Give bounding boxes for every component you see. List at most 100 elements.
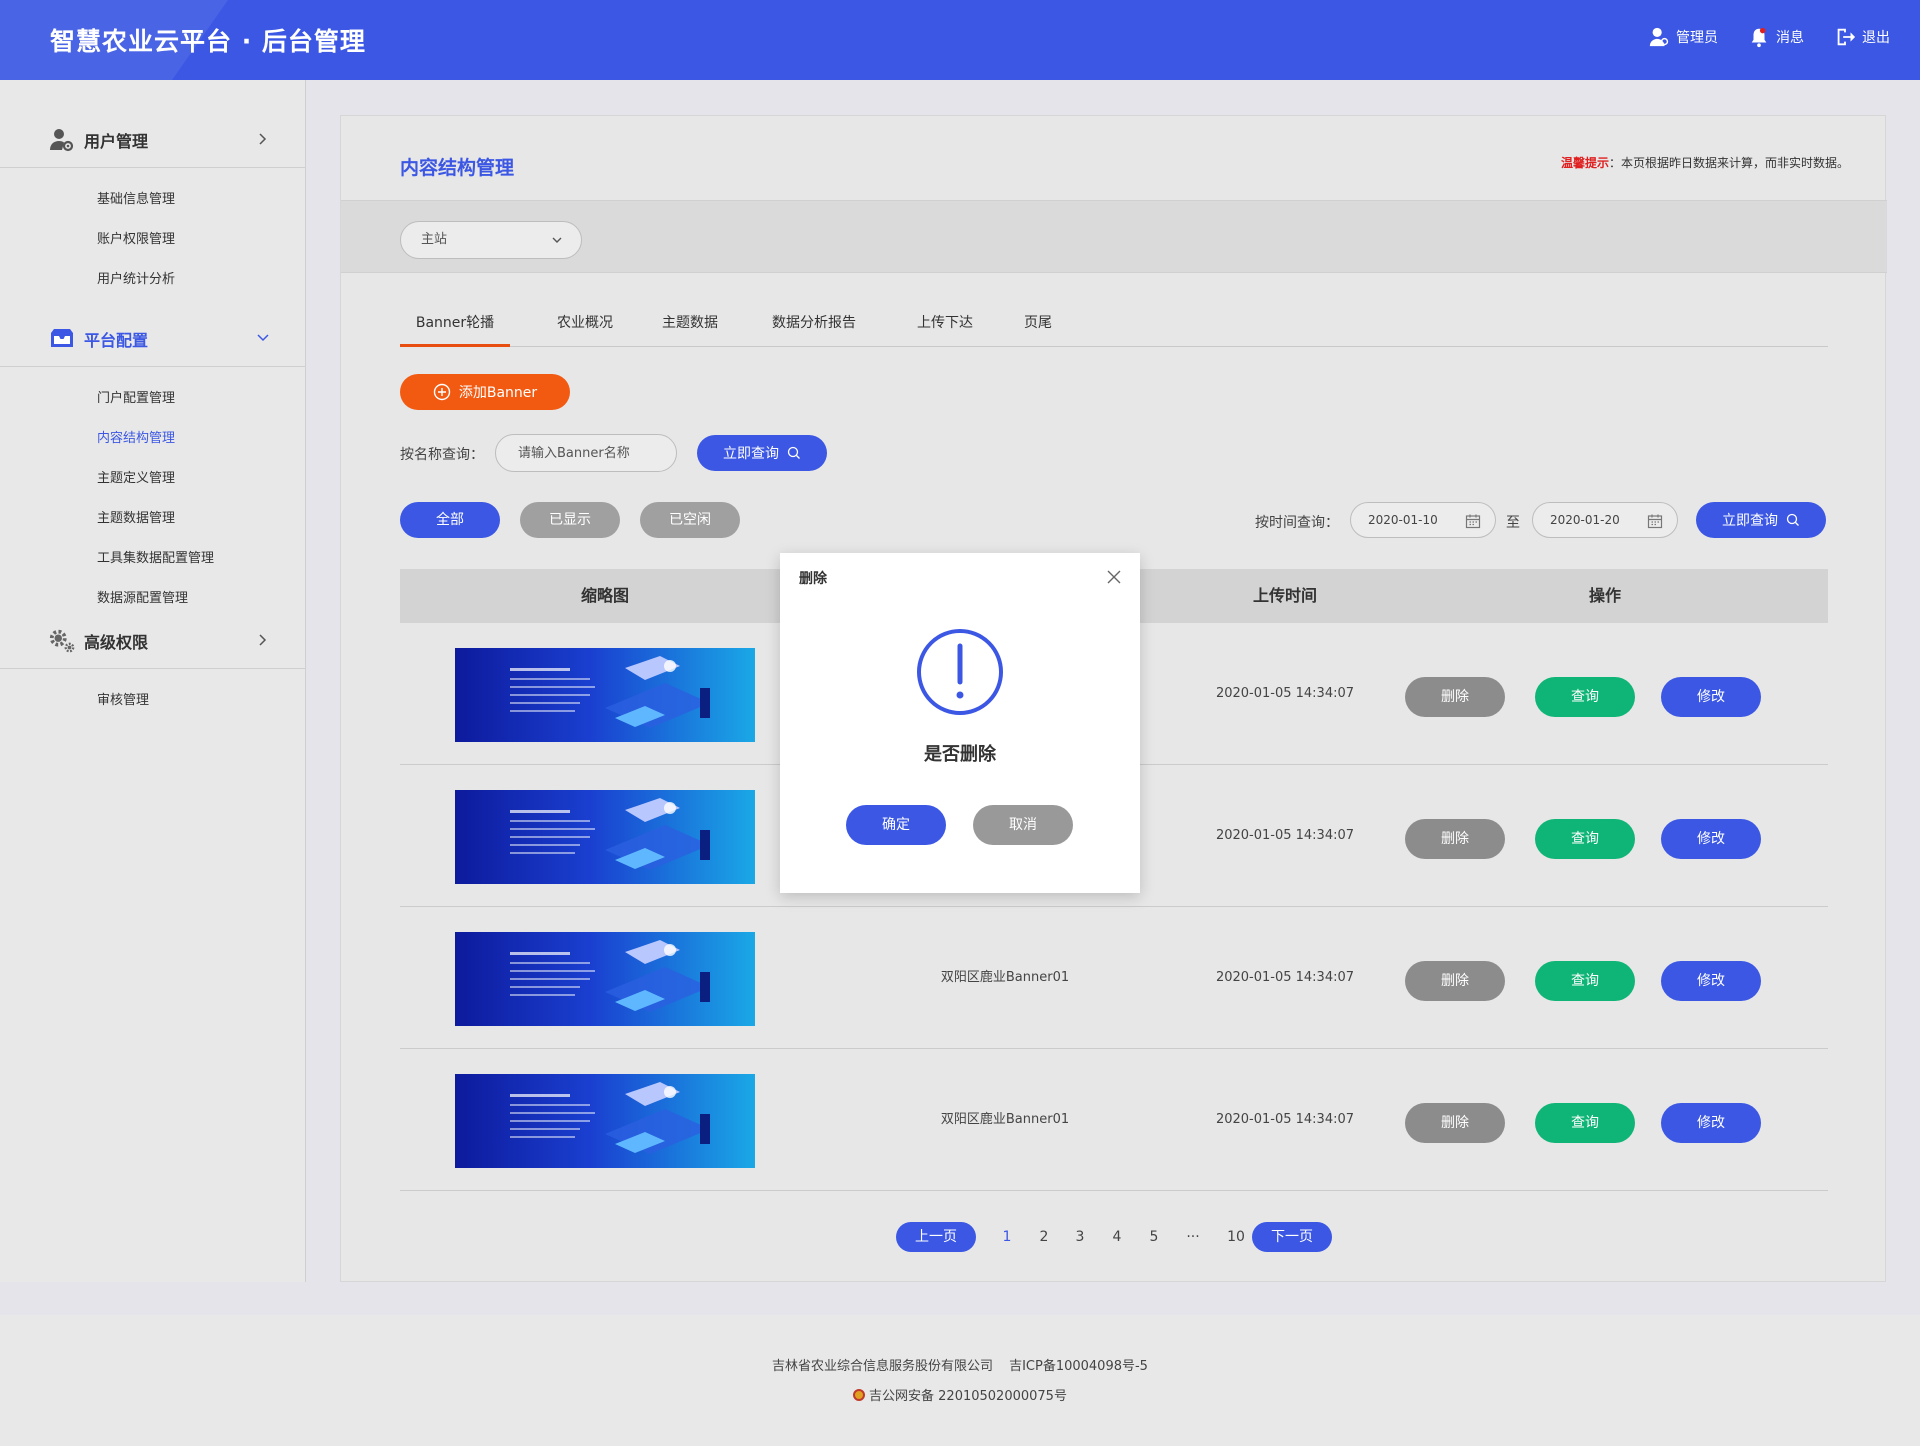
- sidebar-item-user-stats[interactable]: 用户统计分析: [0, 260, 306, 300]
- tip-key: 温馨提示: [1560, 156, 1609, 170]
- banner-name: 双阳区鹿业Banner01: [940, 970, 1070, 985]
- view-button[interactable]: 查询: [1535, 1103, 1635, 1143]
- top-header: 智慧农业云平台 · 后台管理 管理员 消息 退出: [0, 0, 1920, 80]
- time-query-button[interactable]: 立即查询: [1696, 502, 1826, 538]
- page-number[interactable]: 4: [1105, 1222, 1129, 1252]
- date-from-input[interactable]: 2020-01-10: [1350, 502, 1496, 538]
- status-filter-idle[interactable]: 已空闲: [640, 502, 740, 538]
- delete-button[interactable]: 删除: [1405, 677, 1505, 717]
- footer: 吉林省农业综合信息服务股份有限公司 吉ICP备10004098号-5 吉公网安备 …: [0, 1315, 1920, 1446]
- site-select[interactable]: 主站: [400, 221, 582, 259]
- chevron-right-icon: [259, 634, 267, 646]
- date-to-value: 2020-01-20: [1550, 513, 1620, 527]
- menu-group-platform: 平台配置 门户配置管理 内容结构管理 主题定义管理 主题数据管理 工具集数据配置…: [0, 311, 306, 619]
- banner-name-input[interactable]: [495, 434, 677, 472]
- inbox-icon: [48, 325, 76, 353]
- upload-time: 2020-01-05 14:34:07: [1215, 970, 1355, 985]
- tip-body: ：本页根据昨日数据来计算，而非实时数据。: [1608, 156, 1849, 170]
- column-actions: 操作: [1588, 586, 1621, 605]
- search-icon: [787, 446, 800, 459]
- banner-illustration-icon: [510, 656, 710, 728]
- sidebar-item-theme-data[interactable]: 主题数据管理: [0, 499, 306, 539]
- footer-company: 吉林省农业综合信息服务股份有限公司: [772, 1359, 994, 1374]
- upload-time: 2020-01-05 14:34:07: [1215, 828, 1355, 843]
- add-banner-label: 添加Banner: [458, 385, 538, 401]
- date-to-input[interactable]: 2020-01-20: [1532, 502, 1678, 538]
- admin-label: 管理员: [1676, 30, 1718, 46]
- menu-group-user: 用户管理 基础信息管理 账户权限管理 用户统计分析: [0, 112, 306, 300]
- menu-head-label: 用户管理: [84, 131, 149, 151]
- calendar-icon: [1647, 514, 1663, 529]
- chevron-down-icon: [257, 334, 269, 342]
- sidebar-item-basic-info[interactable]: 基础信息管理: [0, 180, 306, 220]
- query-button-label: 立即查询: [723, 446, 779, 462]
- table-row: 双阳区鹿业Banner01 2020-01-05 14:34:07 删除 查询 …: [400, 1049, 1828, 1191]
- confirm-button[interactable]: 确定: [846, 805, 946, 845]
- add-banner-button[interactable]: 添加Banner: [400, 374, 570, 410]
- view-button[interactable]: 查询: [1535, 819, 1635, 859]
- sidebar-item-account-permission[interactable]: 账户权限管理: [0, 220, 306, 260]
- sidebar-item-content-structure[interactable]: 内容结构管理: [0, 419, 306, 459]
- footer-line: 吉公网安备 22010502000075号: [0, 1385, 1920, 1404]
- sidebar-item-theme-definition[interactable]: 主题定义管理: [0, 459, 306, 499]
- page-number[interactable]: 10: [1221, 1222, 1251, 1252]
- pagination: 上一页 1 2 3 4 5 ··· 10 下一页: [341, 1222, 1887, 1252]
- gears-icon: [48, 627, 76, 655]
- messages-label: 消息: [1776, 30, 1804, 46]
- status-filter-all[interactable]: 全部: [400, 502, 500, 538]
- date-from-value: 2020-01-10: [1368, 513, 1438, 527]
- view-button[interactable]: 查询: [1535, 961, 1635, 1001]
- edit-button[interactable]: 修改: [1661, 1103, 1761, 1143]
- dialog-title: 删除: [799, 571, 827, 587]
- tab-upload-dispatch[interactable]: 上传下达: [910, 299, 980, 347]
- tab-theme-data[interactable]: 主题数据: [655, 299, 725, 347]
- sidebar-item-toolset-config[interactable]: 工具集数据配置管理: [0, 539, 306, 579]
- banner-thumbnail[interactable]: [455, 790, 755, 884]
- tab-analysis-report[interactable]: 数据分析报告: [764, 299, 864, 347]
- menu-head-advanced-permission[interactable]: 高级权限: [0, 613, 306, 669]
- plus-circle-icon: [433, 383, 451, 401]
- site-select-value: 主站: [421, 232, 448, 247]
- page-number[interactable]: 3: [1068, 1222, 1092, 1252]
- page-number[interactable]: 5: [1142, 1222, 1166, 1252]
- edit-button[interactable]: 修改: [1661, 819, 1761, 859]
- page-number[interactable]: 1: [995, 1222, 1019, 1252]
- name-query-button[interactable]: 立即查询: [697, 435, 827, 471]
- tip-text: 温馨提示：本页根据昨日数据来计算，而非实时数据。: [1561, 154, 1849, 171]
- delete-button[interactable]: 删除: [1405, 961, 1505, 1001]
- sidebar-item-portal-config[interactable]: 门户配置管理: [0, 379, 306, 419]
- footer-police-record[interactable]: 吉公网安备 22010502000075号: [869, 1389, 1067, 1404]
- banner-thumbnail[interactable]: [455, 648, 755, 742]
- delete-button[interactable]: 删除: [1405, 819, 1505, 859]
- app-title: 智慧农业云平台 · 后台管理: [50, 27, 366, 56]
- page-number[interactable]: 2: [1032, 1222, 1056, 1252]
- name-query-label: 按名称查询：: [400, 447, 484, 463]
- menu-group-advanced: 高级权限 审核管理: [0, 613, 306, 721]
- menu-head-platform-config[interactable]: 平台配置: [0, 311, 306, 367]
- tab-banner[interactable]: Banner轮播: [400, 299, 510, 347]
- bell-icon: [1751, 27, 1767, 48]
- logout-label: 退出: [1862, 30, 1890, 46]
- next-page-button[interactable]: 下一页: [1252, 1222, 1332, 1252]
- view-button[interactable]: 查询: [1535, 677, 1635, 717]
- banner-thumbnail[interactable]: [455, 1074, 755, 1168]
- messages-menu[interactable]: 消息: [1748, 26, 1804, 48]
- prev-page-button[interactable]: 上一页: [896, 1222, 976, 1252]
- logout-button[interactable]: 退出: [1834, 26, 1890, 48]
- chevron-right-icon: [259, 133, 267, 145]
- footer-icp[interactable]: 吉ICP备10004098号-5: [1009, 1359, 1148, 1374]
- dialog-message: 是否删除: [924, 744, 996, 765]
- status-filter-shown[interactable]: 已显示: [520, 502, 620, 538]
- sidebar: 用户管理 基础信息管理 账户权限管理 用户统计分析 平台配置 门户配置管理 内容…: [0, 80, 306, 1282]
- sidebar-item-audit[interactable]: 审核管理: [0, 681, 306, 721]
- tab-agri-overview[interactable]: 农业概况: [550, 299, 620, 347]
- close-icon[interactable]: [1106, 569, 1122, 585]
- admin-menu[interactable]: 管理员: [1648, 26, 1718, 48]
- edit-button[interactable]: 修改: [1661, 677, 1761, 717]
- menu-head-user-management[interactable]: 用户管理: [0, 112, 306, 168]
- edit-button[interactable]: 修改: [1661, 961, 1761, 1001]
- delete-button[interactable]: 删除: [1405, 1103, 1505, 1143]
- tab-footer[interactable]: 页尾: [1013, 299, 1063, 347]
- cancel-button[interactable]: 取消: [973, 805, 1073, 845]
- banner-thumbnail[interactable]: [455, 932, 755, 1026]
